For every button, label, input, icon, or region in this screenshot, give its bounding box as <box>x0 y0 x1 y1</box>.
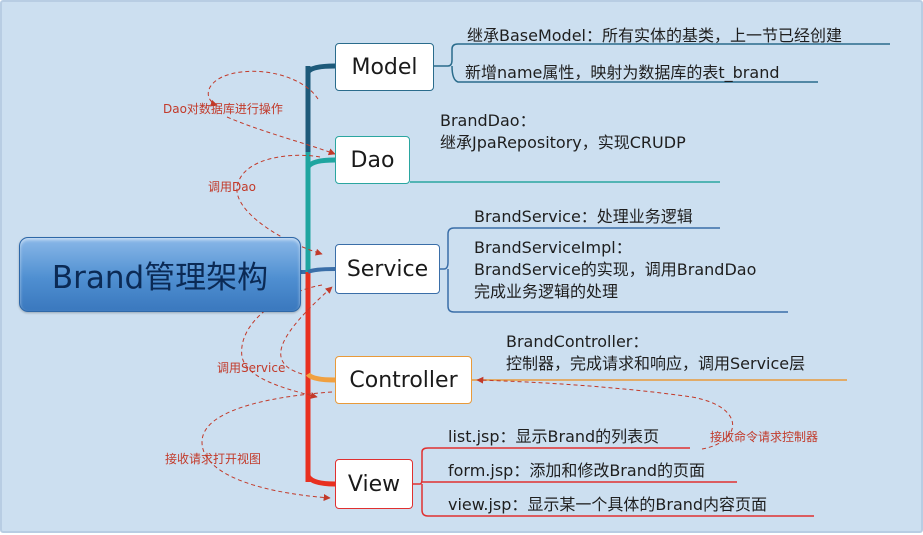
node-controller-label: Controller <box>349 367 458 393</box>
node-service[interactable]: Service <box>335 244 440 294</box>
view-detail-view[interactable]: view.jsp：显示某一个具体的Brand内容页面 <box>448 491 767 515</box>
node-controller[interactable]: Controller <box>335 356 472 404</box>
branch-controller <box>305 372 336 383</box>
node-dao-label: Dao <box>350 147 395 173</box>
node-dao[interactable]: Dao <box>335 136 410 184</box>
node-view[interactable]: View <box>335 459 413 509</box>
dao-detail-line-2: 继承JpaRepository，实现CRUDP <box>440 133 686 152</box>
root-node[interactable]: Brand管理架构 <box>19 237 301 312</box>
root-label: Brand管理架构 <box>51 260 269 296</box>
controller-detail[interactable]: BrandController： 控制器，完成请求和响应，调用Service层 <box>506 331 805 375</box>
branch-dao <box>305 157 336 169</box>
annotation-dao-ops: Dao对数据库进行操作 <box>163 102 283 116</box>
controller-detail-line-2: 控制器，完成请求和响应，调用Service层 <box>506 354 806 373</box>
annotation-call-dao: 调用Dao <box>208 180 256 194</box>
annotation-receive-command: 接收命令请求控制器 <box>710 430 819 444</box>
node-model[interactable]: Model <box>335 43 434 91</box>
service-detail-impl-line-3: 完成业务逻辑的处理 <box>474 282 619 301</box>
node-model-label: Model <box>351 54 418 80</box>
dao-detail-line-1: BrandDao： <box>440 111 536 130</box>
annotation-receive-view: 接收请求打开视图 <box>165 452 262 466</box>
arrow-dao-ops-bottom <box>226 116 336 156</box>
controller-detail-line-1: BrandController： <box>506 332 649 351</box>
service-detail-impl-line-2: BrandService的实现，调用BrandDao <box>474 260 757 279</box>
service-detail-impl[interactable]: BrandServiceImpl： BrandService的实现，调用Bran… <box>474 237 756 303</box>
branch-view <box>305 474 336 487</box>
annotation-call-service: 调用Service <box>217 361 286 375</box>
service-detail-interface[interactable]: BrandService：处理业务逻辑 <box>474 203 693 227</box>
branch-model <box>305 63 336 74</box>
node-view-label: View <box>347 471 401 497</box>
model-detail-name[interactable]: 新增name属性，映射为数据库的表t_brand <box>465 59 780 83</box>
view-detail-list[interactable]: list.jsp：显示Brand的列表页 <box>448 423 659 447</box>
model-detail-base[interactable]: 继承BaseModel：所有实体的基类，上一节已经创建 <box>467 22 842 46</box>
service-detail-impl-line-1: BrandServiceImpl： <box>474 238 632 257</box>
node-service-label: Service <box>346 256 429 282</box>
branch-service <box>307 267 336 274</box>
mindmap-canvas: Brand管理架构 Model Dao Service Controller V… <box>0 0 923 533</box>
dao-detail[interactable]: BrandDao： 继承JpaRepository，实现CRUDP <box>440 110 686 154</box>
view-detail-form[interactable]: form.jsp：添加和修改Brand的页面 <box>448 457 705 481</box>
